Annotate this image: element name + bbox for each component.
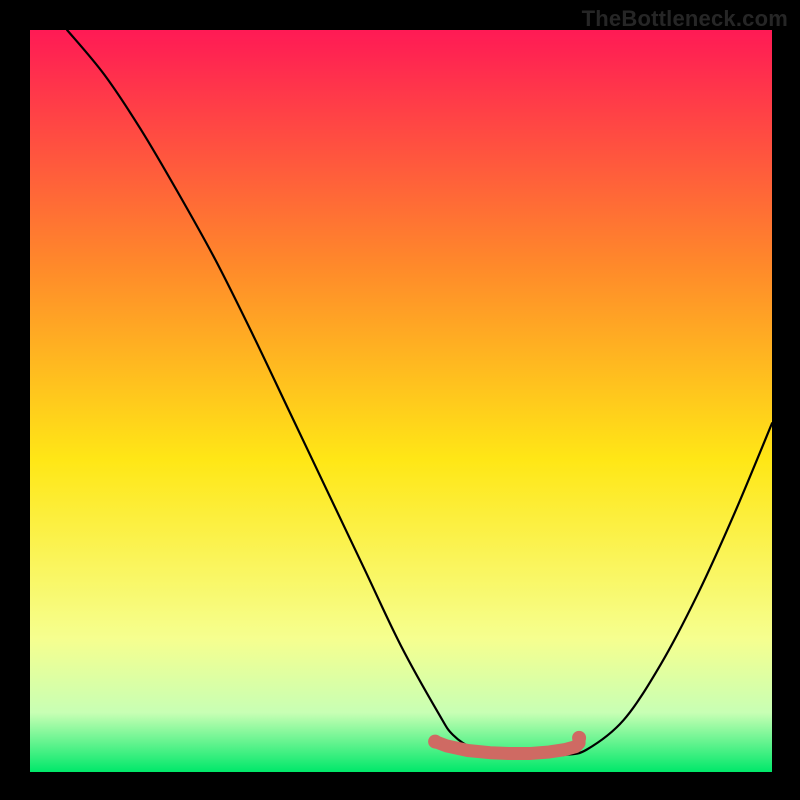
watermark-text: TheBottleneck.com xyxy=(582,6,788,32)
marker-dot xyxy=(428,735,442,749)
marker-dot xyxy=(572,731,586,745)
chart-svg xyxy=(30,30,772,772)
gradient-background xyxy=(30,30,772,772)
chart-stage: TheBottleneck.com xyxy=(0,0,800,800)
chart-plot xyxy=(30,30,772,772)
